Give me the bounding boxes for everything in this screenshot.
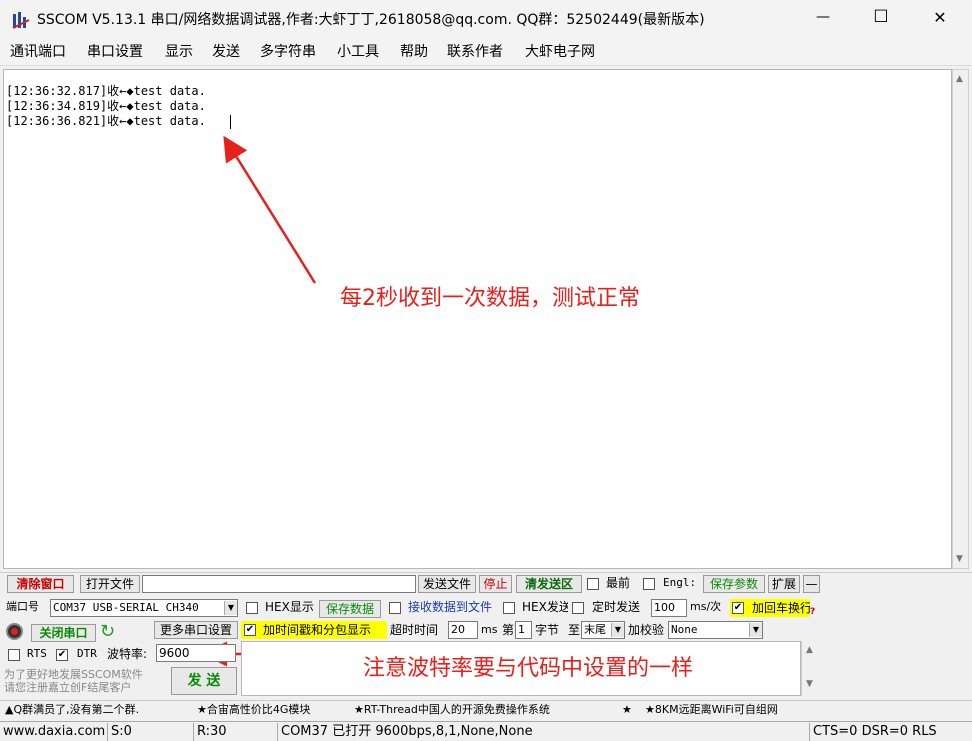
to-select-value: 末尾 bbox=[584, 623, 606, 636]
add-crlf-checkbox[interactable]: ✔ bbox=[732, 602, 744, 614]
help-icon[interactable]: ? bbox=[810, 607, 815, 617]
baud-select[interactable]: 9600 bbox=[156, 644, 236, 662]
add-crlf-option[interactable]: ✔ 加回车换行 bbox=[730, 599, 810, 617]
last-checkbox[interactable] bbox=[587, 578, 599, 590]
chevron-down-icon[interactable]: ▼ bbox=[611, 623, 624, 637]
to-select[interactable]: 末尾 ▼ bbox=[581, 621, 625, 639]
hex-send-checkbox[interactable] bbox=[503, 602, 515, 614]
hex-display-label: HEX显示 bbox=[265, 600, 314, 614]
port-select-value: COM37 USB-SERIAL CH340 bbox=[53, 601, 199, 614]
recv-to-file-checkbox[interactable] bbox=[389, 602, 401, 614]
clear-window-button[interactable]: 清除窗口 bbox=[7, 575, 74, 593]
ticker-item[interactable]: ★合宙高性价比4G模块 bbox=[197, 701, 310, 718]
timestamp-option[interactable]: ✔ 加时间戳和分包显示 bbox=[241, 621, 387, 639]
hex-send-label: HEX发送 bbox=[522, 600, 568, 614]
collapse-button[interactable]: — bbox=[803, 575, 820, 593]
byte-label: 字节 bbox=[535, 623, 560, 637]
baud-select-value: 9600 bbox=[159, 646, 190, 660]
timed-send-label: 定时发送 bbox=[592, 600, 641, 614]
engl-checkbox[interactable] bbox=[643, 578, 655, 590]
status-received-count: R:30 bbox=[194, 723, 278, 741]
file-path-input[interactable] bbox=[142, 575, 416, 593]
status-sent-count: S:0 bbox=[108, 723, 194, 741]
send-button[interactable]: 发 送 bbox=[171, 667, 237, 695]
add-crlf-label: 加回车换行 bbox=[752, 601, 810, 615]
toolbar-row: 清除窗口 打开文件 发送文件 停止 清发送区 最前 Engl: 保存参数 扩展 … bbox=[0, 572, 972, 595]
rts-checkbox[interactable] bbox=[8, 649, 20, 661]
stop-button[interactable]: 停止 bbox=[479, 575, 512, 593]
timestamp-label: 加时间戳和分包显示 bbox=[263, 623, 372, 637]
hex-display-checkbox[interactable] bbox=[246, 602, 258, 614]
options-panel: HEX显示 保存数据 接收数据到文件 ✔ 加时间戳和分包显示 超时时间 20 m… bbox=[241, 597, 822, 698]
checksum-select[interactable]: None ▼ bbox=[668, 621, 763, 639]
promo-text: 为了更好地发展SSCOM软件 请您注册嘉立创F结尾客户 bbox=[4, 668, 143, 694]
ticker-item[interactable]: ★RT-Thread中国人的开源免费操作系统 bbox=[354, 701, 550, 718]
annotation-note-2: 注意波特率要与代码中设置的一样 bbox=[363, 656, 694, 681]
close-port-button[interactable]: 关闭串口 bbox=[31, 624, 96, 642]
interval-input[interactable]: 100 bbox=[651, 599, 687, 617]
more-port-settings-button[interactable]: 更多串口设置 bbox=[154, 621, 238, 639]
expand-button[interactable]: 扩展 bbox=[768, 575, 800, 593]
timeout-unit: ms bbox=[481, 623, 498, 636]
status-port-state: COM37 已打开 9600bps,8,1,None,None bbox=[278, 723, 810, 741]
ticker-bar: ▲Q群满员了,没有第二个群. ★合宙高性价比4G模块 ★RT-Thread中国人… bbox=[0, 700, 972, 719]
ticker-item[interactable]: ★8KM远距离WiFi可自组网 bbox=[645, 701, 778, 718]
ticker-item[interactable]: ★ bbox=[622, 701, 632, 718]
checksum-select-value: None bbox=[671, 623, 698, 636]
ticker-item[interactable]: ▲Q群满员了,没有第二个群. bbox=[5, 701, 139, 718]
chevron-down-icon[interactable]: ▼ bbox=[749, 623, 762, 637]
timestamp-checkbox[interactable]: ✔ bbox=[244, 624, 256, 636]
dtr-checkbox[interactable]: ✔ bbox=[56, 649, 68, 661]
scroll-down-arrow-icon[interactable]: ▼ bbox=[806, 679, 813, 689]
status-bar: www.daxia.com S:0 R:30 COM37 已打开 9600bps… bbox=[0, 721, 972, 741]
nth-input[interactable]: 1 bbox=[515, 621, 532, 639]
status-signals: CTS=0 DSR=0 RLS bbox=[813, 724, 937, 739]
save-params-button[interactable]: 保存参数 bbox=[703, 575, 765, 593]
chevron-down-icon[interactable]: ▼ bbox=[224, 601, 237, 615]
engl-label: Engl: bbox=[663, 576, 697, 589]
port-status-indicator-icon bbox=[6, 623, 23, 640]
baud-label: 波特率: bbox=[107, 647, 148, 661]
open-file-button[interactable]: 打开文件 bbox=[80, 575, 140, 593]
timed-send-checkbox[interactable] bbox=[572, 602, 584, 614]
send-scrollbar[interactable]: ▲ ▼ bbox=[801, 641, 820, 696]
port-label: 端口号 bbox=[6, 600, 39, 613]
timeout-label: 超时时间 bbox=[390, 623, 439, 637]
refresh-icon[interactable]: ↻ bbox=[100, 621, 115, 642]
rts-label: RTS bbox=[27, 647, 47, 660]
last-label: 最前 bbox=[606, 576, 631, 590]
clear-send-area-button[interactable]: 清发送区 bbox=[516, 575, 582, 593]
send-file-button[interactable]: 发送文件 bbox=[418, 575, 476, 593]
dtr-label: DTR bbox=[77, 647, 97, 660]
status-site-link[interactable]: www.daxia.com bbox=[0, 723, 108, 741]
save-data-button[interactable]: 保存数据 bbox=[319, 600, 381, 618]
recv-to-file-label: 接收数据到文件 bbox=[408, 600, 493, 614]
scroll-up-arrow-icon[interactable]: ▲ bbox=[806, 645, 813, 655]
checksum-label: 加校验 bbox=[628, 623, 665, 637]
to-label: 至 bbox=[568, 623, 581, 637]
port-select[interactable]: COM37 USB-SERIAL CH340 ▼ bbox=[50, 599, 238, 617]
interval-unit: ms/次 bbox=[690, 600, 722, 613]
port-panel: 端口号 COM37 USB-SERIAL CH340 ▼ 关闭串口 ↻ 更多串口… bbox=[3, 597, 241, 698]
annotation-note-1: 每2秒收到一次数据，测试正常 bbox=[340, 286, 640, 311]
timeout-input[interactable]: 20 bbox=[448, 621, 478, 639]
nth-label: 第 bbox=[502, 623, 515, 637]
